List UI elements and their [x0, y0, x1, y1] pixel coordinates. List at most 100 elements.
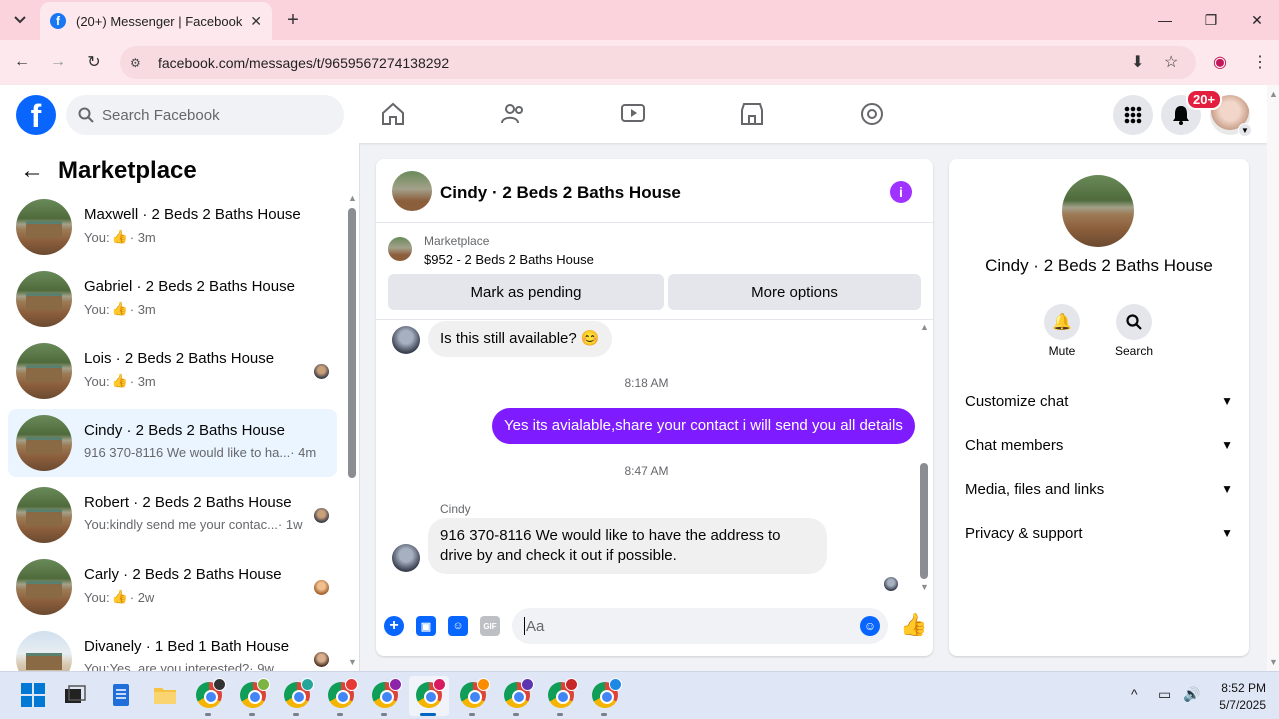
chrome-profile-icon[interactable]: [284, 678, 314, 708]
privacy-support-row[interactable]: Privacy & support ▼: [965, 519, 1233, 547]
window-close-icon[interactable]: ✕: [1237, 6, 1277, 34]
conversation-item[interactable]: Divanely · 1 Bed 1 Bath House You: Yes, …: [8, 625, 337, 671]
conversation-name: Carly · 2 Beds 2 Baths House: [84, 566, 282, 583]
browser-tab-active[interactable]: f (20+) Messenger | Facebook ✕: [40, 2, 272, 40]
scrollbar-thumb[interactable]: [920, 463, 928, 579]
more-options-button[interactable]: More options: [668, 274, 921, 310]
back-arrow-icon[interactable]: ←: [20, 157, 44, 185]
running-indicator: [381, 713, 387, 716]
scroll-up-arrow-icon[interactable]: ▲: [348, 193, 357, 203]
preview-prefix: You:: [84, 229, 110, 245]
customize-chat-row[interactable]: Customize chat ▼: [965, 387, 1233, 415]
minimize-icon[interactable]: —: [1145, 6, 1185, 34]
add-plus-icon[interactable]: +: [384, 616, 404, 636]
conversation-preview: You: kindly send me your contac... · 1w: [84, 517, 302, 532]
chrome-profile-icon[interactable]: [460, 678, 490, 708]
mute-button[interactable]: 🔔 Mute: [1032, 304, 1092, 358]
profile-icon[interactable]: ◉: [1213, 52, 1227, 72]
menu-grid-icon[interactable]: [1113, 95, 1153, 135]
restore-icon[interactable]: ❐: [1191, 6, 1231, 34]
sticker-icon[interactable]: ☺: [448, 616, 468, 636]
back-arrow-icon[interactable]: ←: [10, 50, 34, 74]
marketplace-icon[interactable]: [739, 101, 765, 127]
browser-menu-icon[interactable]: ⋮: [1252, 52, 1268, 72]
scroll-up-arrow-icon[interactable]: ▲: [920, 322, 929, 332]
photo-icon[interactable]: ▣: [416, 616, 436, 636]
search-in-chat-button[interactable]: Search: [1104, 304, 1164, 358]
chrome-profile-icon-active[interactable]: [416, 678, 446, 708]
conversation-item-active[interactable]: Cindy · 2 Beds 2 Baths House 916 370-811…: [8, 409, 337, 477]
chat-members-row[interactable]: Chat members ▼: [965, 431, 1233, 459]
notepad-icon[interactable]: [108, 682, 134, 708]
new-tab-plus-icon[interactable]: +: [282, 8, 304, 32]
chrome-profile-icon[interactable]: [196, 678, 226, 708]
file-explorer-icon[interactable]: [152, 682, 178, 708]
sender-avatar: [392, 544, 420, 572]
tab-close-icon[interactable]: ✕: [250, 13, 262, 30]
mark-as-pending-button[interactable]: Mark as pending: [388, 274, 664, 310]
scroll-up-arrow-icon[interactable]: ▲: [1269, 89, 1278, 99]
conversation-list-scrollbar[interactable]: ▲ ▼: [346, 193, 358, 671]
conversation-item[interactable]: Robert · 2 Beds 2 Baths House You: kindl…: [8, 481, 337, 549]
running-indicator: [293, 713, 299, 716]
chrome-profile-icon[interactable]: [372, 678, 402, 708]
conversation-item[interactable]: Carly · 2 Beds 2 Baths House You: 👍 · 2w: [8, 553, 337, 621]
volume-icon[interactable]: 🔊: [1183, 686, 1200, 703]
chrome-profile-icon[interactable]: [548, 678, 578, 708]
windows-start-icon[interactable]: [20, 682, 46, 708]
incoming-message: Is this still available? 😊: [428, 321, 612, 357]
chat-avatar[interactable]: [392, 171, 432, 211]
emoji-icon[interactable]: ☺: [860, 616, 880, 636]
facebook-favicon-icon: f: [50, 13, 66, 29]
install-app-icon[interactable]: ⬇: [1131, 52, 1144, 72]
scrollbar-thumb[interactable]: [348, 208, 356, 478]
contact-avatar[interactable]: [1062, 175, 1134, 247]
task-view-icon[interactable]: [62, 682, 88, 708]
preview-text: 916 370-8116 We would like to ha...: [84, 445, 291, 460]
chrome-profile-icon[interactable]: [328, 678, 358, 708]
tab-search-chevron-icon[interactable]: [8, 8, 32, 32]
message-thread: Is this still available? 😊 8:18 AM Yes i…: [376, 320, 933, 596]
chrome-profile-icon[interactable]: [240, 678, 270, 708]
message-input[interactable]: Aa: [512, 608, 888, 644]
conversation-item[interactable]: Maxwell · 2 Beds 2 Baths House You: 👍 · …: [8, 193, 337, 261]
gaming-icon[interactable]: [859, 101, 885, 127]
site-settings-icon[interactable]: ⚙: [130, 56, 150, 70]
scroll-down-arrow-icon[interactable]: ▼: [1269, 657, 1278, 667]
show-hidden-icons-chevron-icon[interactable]: ^: [1131, 686, 1138, 702]
running-indicator: [601, 713, 607, 716]
scroll-down-arrow-icon[interactable]: ▼: [348, 657, 357, 667]
chat-title[interactable]: Cindy · 2 Beds 2 Baths House: [440, 183, 681, 203]
reload-icon[interactable]: ↻: [82, 50, 106, 74]
clock-date: 5/7/2025: [1219, 698, 1266, 712]
message-scrollbar[interactable]: ▲ ▼: [917, 320, 931, 596]
conversation-time: · 2w: [129, 589, 155, 605]
media-files-links-row[interactable]: Media, files and links ▼: [965, 475, 1233, 503]
thumbs-up-icon: 👍: [111, 589, 128, 604]
address-bar[interactable]: ⚙ facebook.com/messages/t/96595672741382…: [120, 46, 1196, 79]
video-icon[interactable]: [620, 101, 646, 127]
network-icon[interactable]: ▭: [1158, 686, 1171, 703]
friends-icon[interactable]: [500, 101, 526, 127]
conversation-name: Maxwell · 2 Beds 2 Baths House: [84, 206, 301, 223]
listing-price-title[interactable]: $952 - 2 Beds 2 Baths House: [424, 252, 594, 267]
send-like-thumbs-up-icon[interactable]: 👍: [900, 612, 927, 638]
chrome-profile-icon[interactable]: [592, 678, 622, 708]
gif-icon[interactable]: GIF: [480, 616, 500, 636]
chevron-down-icon: ▼: [1221, 438, 1233, 452]
page-scrollbar[interactable]: ▲ ▼: [1267, 85, 1279, 671]
facebook-search-input[interactable]: Search Facebook: [66, 95, 344, 135]
conversation-item[interactable]: Lois · 2 Beds 2 Baths House You: 👍 · 3m: [8, 337, 337, 405]
bookmark-star-icon[interactable]: ☆: [1164, 52, 1178, 72]
facebook-logo-icon[interactable]: f: [16, 95, 56, 135]
seen-avatar: [314, 652, 329, 667]
system-clock[interactable]: 8:52 PM 5/7/2025: [1206, 680, 1266, 714]
info-icon[interactable]: i: [890, 181, 912, 203]
running-indicator: [249, 713, 255, 716]
scroll-down-arrow-icon[interactable]: ▼: [920, 582, 929, 592]
listing-thumbnail[interactable]: [388, 237, 412, 261]
forward-arrow-icon[interactable]: →: [46, 50, 70, 74]
chrome-profile-icon[interactable]: [504, 678, 534, 708]
conversation-item[interactable]: Gabriel · 2 Beds 2 Baths House You: 👍 · …: [8, 265, 337, 333]
home-icon[interactable]: [380, 101, 406, 127]
